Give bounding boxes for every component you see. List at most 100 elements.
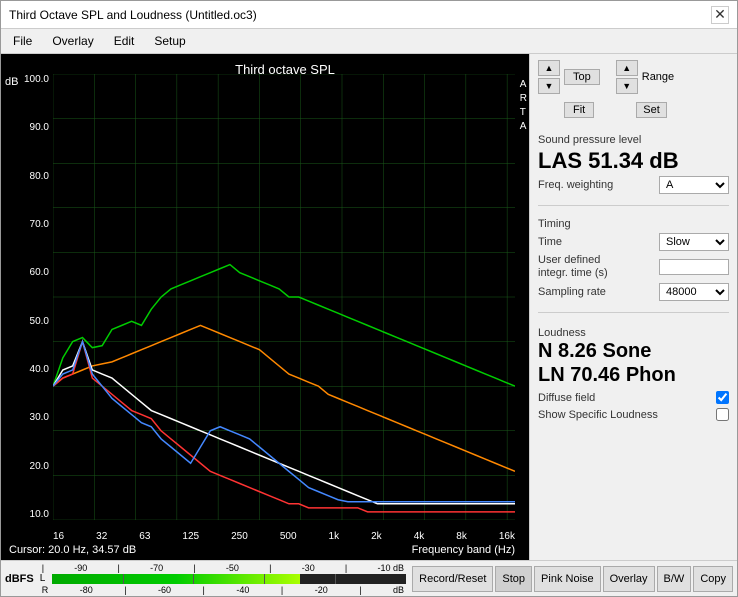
x-label-8k: 8k (456, 531, 467, 542)
dbfs-label: dBFS (5, 573, 34, 585)
diffuse-field-row: Diffuse field (538, 391, 729, 404)
show-specific-checkbox[interactable] (716, 408, 729, 421)
bottom-bar: dBFS | -90 | -70 | -50 | -30 | -10 dB L (1, 560, 737, 596)
meter-label--30t: | (269, 563, 271, 573)
y-label-30: 30.0 (30, 412, 53, 423)
pink-noise-button[interactable]: Pink Noise (534, 566, 601, 592)
fit-button[interactable]: Fit (564, 102, 594, 118)
show-specific-label: Show Specific Loudness (538, 409, 658, 421)
meter-label--30v: -30 (302, 563, 315, 573)
loudness-section: Loudness N 8.26 Sone LN 70.46 Phon Diffu… (538, 327, 729, 421)
range-up-button[interactable]: ▲ (616, 60, 638, 76)
show-specific-row: Show Specific Loudness (538, 408, 729, 421)
y-axis: 100.0 90.0 80.0 70.0 60.0 50.0 40.0 30.0… (1, 74, 53, 520)
time-select[interactable]: Fast Slow Impulse User (659, 233, 729, 251)
title-bar: Third Octave SPL and Loudness (Untitled.… (1, 1, 737, 29)
l-meter-row: L (40, 574, 406, 584)
meter-label--40t: | (203, 585, 205, 595)
bw-button[interactable]: B/W (657, 566, 692, 592)
y-label-10: 10.0 (30, 509, 53, 520)
range-nav-group: ▲ ▼ (616, 60, 638, 94)
meter-label--10v: -10 dB (377, 563, 404, 573)
r-label-prefix: R (42, 585, 49, 595)
meter-label--20v: -20 (315, 585, 328, 595)
x-label-32: 32 (96, 531, 107, 542)
user-integr-input[interactable]: 10 (659, 259, 729, 275)
x-label-125: 125 (182, 531, 199, 542)
user-integr-label: User definedintegr. time (s) (538, 254, 659, 280)
time-row: Time Fast Slow Impulse User (538, 233, 729, 251)
range-label: Range (642, 71, 674, 83)
main-content: Third octave SPL 100.0 90.0 80.0 70.0 60… (1, 54, 737, 560)
set-button[interactable]: Set (636, 102, 667, 118)
copy-button[interactable]: Copy (693, 566, 733, 592)
x-label-16k: 16k (499, 531, 515, 542)
spl-label: Sound pressure level (538, 134, 729, 146)
user-integr-row: User definedintegr. time (s) 10 (538, 254, 729, 280)
x-label-250: 250 (231, 531, 248, 542)
y-label-40: 40.0 (30, 364, 53, 375)
meter-label-dbt: | (359, 585, 361, 595)
right-panel: ▲ ▼ Top ▲ ▼ Range Fit Set Sound (529, 54, 737, 560)
chart-svg (53, 74, 515, 520)
y-label-50: 50.0 (30, 316, 53, 327)
chart-arta-label: ARTA (520, 78, 527, 134)
meter-label--20t: | (281, 585, 283, 595)
menu-file[interactable]: File (9, 32, 36, 50)
l-meter-bar (52, 574, 406, 584)
time-label: Time (538, 236, 659, 248)
meter-label-db: dB (393, 585, 404, 595)
sampling-rate-row: Sampling rate 44100 48000 96000 (538, 283, 729, 301)
top-button[interactable]: Top (564, 69, 600, 85)
freq-weighting-row: Freq. weighting A B C Z (538, 176, 729, 194)
sampling-rate-label: Sampling rate (538, 286, 659, 298)
x-axis-label: Frequency band (Hz) (412, 544, 515, 556)
meter-label--70t: | (118, 563, 120, 573)
chart-area: Third octave SPL 100.0 90.0 80.0 70.0 60… (1, 54, 529, 560)
x-label-4k: 4k (414, 531, 425, 542)
y-label-70: 70.0 (30, 219, 53, 230)
chart-title: Third octave SPL (61, 58, 509, 79)
meter-label--90: | (42, 563, 44, 573)
stop-button[interactable]: Stop (495, 566, 532, 592)
spl-value: LAS 51.34 dB (538, 148, 729, 174)
freq-weighting-label: Freq. weighting (538, 179, 659, 191)
menu-edit[interactable]: Edit (110, 32, 139, 50)
meter-label--60v: -60 (158, 585, 171, 595)
freq-weighting-select[interactable]: A B C Z (659, 176, 729, 194)
l-meter-fill (52, 574, 300, 584)
y-label-90: 90.0 (30, 122, 53, 133)
window-title: Third Octave SPL and Loudness (Untitled.… (9, 8, 257, 22)
range-down-button[interactable]: ▼ (616, 78, 638, 94)
y-label-100: 100.0 (24, 74, 53, 85)
menu-bar: File Overlay Edit Setup (1, 29, 737, 54)
top-up-button[interactable]: ▲ (538, 60, 560, 76)
overlay-button[interactable]: Overlay (603, 566, 655, 592)
l-channel-label: L (40, 573, 50, 584)
meter-label--70v: -70 (150, 563, 163, 573)
x-label-63: 63 (139, 531, 150, 542)
x-label-500: 500 (280, 531, 297, 542)
menu-overlay[interactable]: Overlay (48, 32, 97, 50)
diffuse-field-label: Diffuse field (538, 392, 595, 404)
meter-area: | -90 | -70 | -50 | -30 | -10 dB L (40, 563, 406, 595)
diffuse-field-checkbox[interactable] (716, 391, 729, 404)
timing-title: Timing (538, 218, 729, 230)
top-nav-group: ▲ ▼ (538, 60, 560, 94)
y-label-80: 80.0 (30, 171, 53, 182)
ln-value: LN 70.46 Phon (538, 363, 729, 387)
n-value: N 8.26 Sone (538, 339, 729, 363)
meter-top-labels: | -90 | -70 | -50 | -30 | -10 dB (40, 563, 406, 573)
x-label-2k: 2k (371, 531, 382, 542)
spl-section: Sound pressure level LAS 51.34 dB Freq. … (538, 130, 729, 197)
menu-setup[interactable]: Setup (150, 32, 189, 50)
x-label-16: 16 (53, 531, 64, 542)
record-reset-button[interactable]: Record/Reset (412, 566, 493, 592)
meter-label--50v: -50 (226, 563, 239, 573)
sampling-rate-select[interactable]: 44100 48000 96000 (659, 283, 729, 301)
top-down-button[interactable]: ▼ (538, 78, 560, 94)
meter-label--50t: | (193, 563, 195, 573)
action-buttons: Record/Reset Stop Pink Noise Overlay B/W… (412, 566, 733, 592)
close-button[interactable]: ✕ (711, 6, 729, 24)
meter-label--80v: -80 (80, 585, 93, 595)
